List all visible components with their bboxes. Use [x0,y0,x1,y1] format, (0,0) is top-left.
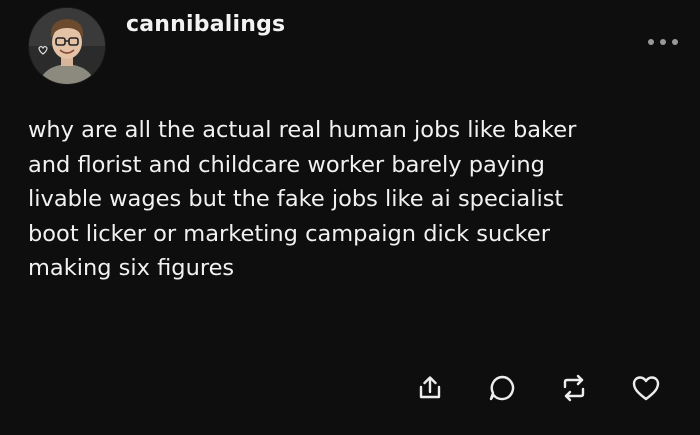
dot [648,39,654,45]
like-button[interactable] [628,370,664,406]
reblog-button[interactable] [556,370,592,406]
reblog-icon [563,374,585,402]
post-text: why are all the actual real human jobs l… [28,117,577,281]
avatar-image [29,8,105,84]
more-options-icon[interactable] [648,36,678,48]
dot [660,39,666,45]
share-button[interactable] [412,370,448,406]
username[interactable]: cannibalings [126,12,285,37]
avatar[interactable] [29,8,105,84]
dot [672,39,678,45]
share-icon [419,376,441,399]
post-actions [412,370,664,406]
reply-button[interactable] [484,370,520,406]
post-card: cannibalings why are all the actual real… [0,0,700,435]
heart-icon [632,376,660,401]
reply-icon [489,375,515,401]
